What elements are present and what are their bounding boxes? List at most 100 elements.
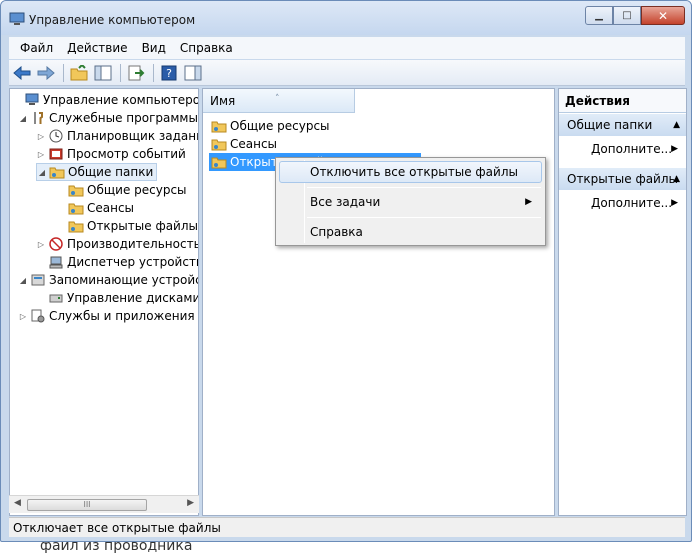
submenu-arrow-icon: ▶ bbox=[671, 198, 678, 208]
column-header-label: Имя bbox=[210, 94, 236, 108]
tree-item-device-manager[interactable]: Диспетчер устройств bbox=[36, 253, 198, 271]
tree-item-label: Открытые файлы bbox=[87, 219, 198, 233]
context-separator bbox=[307, 217, 541, 218]
close-button[interactable]: ✕ bbox=[641, 6, 685, 25]
disk-icon bbox=[48, 290, 64, 306]
services-icon bbox=[30, 308, 46, 324]
actions-link-label: Дополните... bbox=[591, 142, 673, 156]
maximize-button[interactable]: □ bbox=[613, 6, 641, 25]
context-menu: Отключить все открытые файлы Все задачи … bbox=[275, 157, 546, 246]
actions-more-open-files[interactable]: Дополните... ▶ bbox=[591, 193, 686, 213]
context-all-tasks[interactable]: Все задачи ▶ bbox=[279, 191, 542, 213]
minimize-button[interactable]: ▁ bbox=[585, 6, 613, 25]
shared-folder-icon bbox=[211, 136, 227, 152]
actions-section-shared-folders[interactable]: Общие папки ▲ bbox=[559, 114, 686, 136]
tree-expander[interactable]: ▷ bbox=[36, 240, 46, 249]
back-arrow-icon bbox=[13, 65, 31, 80]
up-level-button[interactable] bbox=[68, 62, 90, 84]
actions-section-open-files[interactable]: Открытые файлы ▲ bbox=[559, 168, 686, 190]
clock-icon bbox=[48, 128, 64, 144]
tree-expander[interactable]: ◢ bbox=[37, 168, 47, 177]
actions-more-shared-folders[interactable]: Дополните... ▶ bbox=[591, 139, 686, 159]
menu-view[interactable]: Вид bbox=[135, 41, 173, 55]
console-tree-icon bbox=[94, 65, 112, 80]
show-hide-tree-button[interactable] bbox=[92, 62, 114, 84]
device-manager-icon bbox=[48, 254, 64, 270]
context-disconnect-all-open-files[interactable]: Отключить все открытые файлы bbox=[279, 161, 542, 183]
sort-ascending-icon: ˄ bbox=[275, 94, 280, 104]
shared-folder-icon bbox=[68, 218, 84, 234]
help-icon: ? bbox=[161, 65, 177, 80]
column-header-name[interactable]: ˄ Имя bbox=[203, 89, 355, 113]
tree-expander[interactable]: ▷ bbox=[18, 312, 28, 321]
results-pane: ˄ Имя Общие ресурсы Сеансы Открытые файл… bbox=[202, 88, 555, 516]
list-item-sessions[interactable]: Сеансы bbox=[209, 135, 277, 153]
scroll-right-icon[interactable]: ▶ bbox=[187, 498, 194, 508]
tree-item-system-tools[interactable]: ◢ Служебные программы bbox=[18, 109, 198, 127]
svg-text:?: ? bbox=[166, 67, 172, 80]
toolbar-separator bbox=[63, 63, 64, 82]
maximize-icon: □ bbox=[622, 10, 632, 21]
tree-item-label: Общие папки bbox=[68, 165, 154, 179]
shared-folder-icon bbox=[211, 154, 227, 170]
shared-folder-icon bbox=[68, 200, 84, 216]
submenu-arrow-icon: ▶ bbox=[525, 197, 532, 207]
back-button[interactable] bbox=[11, 62, 33, 84]
tree-expander[interactable]: ▷ bbox=[36, 150, 46, 159]
context-item-label: Все задачи bbox=[310, 195, 381, 209]
actions-title: Действия bbox=[559, 89, 686, 113]
horizontal-scrollbar[interactable]: ◀ III ▶ bbox=[9, 495, 199, 513]
menu-file[interactable]: Файл bbox=[13, 41, 60, 55]
event-viewer-icon bbox=[48, 146, 64, 162]
tree-item-open-files[interactable]: Открытые файлы bbox=[56, 217, 198, 235]
collapse-icon[interactable]: ▲ bbox=[673, 114, 680, 136]
tree-item-task-scheduler[interactable]: ▷ Планировщик заданий bbox=[36, 127, 199, 145]
actions-section-label: Общие папки bbox=[567, 118, 653, 132]
tools-icon bbox=[30, 110, 46, 126]
tree-item-event-viewer[interactable]: ▷ Просмотр событий bbox=[36, 145, 186, 163]
scroll-thumb[interactable]: III bbox=[27, 499, 147, 511]
menu-bar: Файл Действие Вид Справка bbox=[9, 37, 685, 59]
shared-folder-icon bbox=[211, 118, 227, 134]
tree-item-performance[interactable]: ▷ Производительность bbox=[36, 235, 199, 253]
computer-management-window: Управление компьютером ▁ □ ✕ Файл Действ… bbox=[0, 0, 692, 542]
tree-item-shares[interactable]: Общие ресурсы bbox=[56, 181, 187, 199]
tree-item-storage[interactable]: ◢ Запоминающие устройст bbox=[18, 271, 198, 289]
help-button[interactable]: ? bbox=[158, 62, 180, 84]
tree-item-computer-management[interactable]: Управление компьютером (л bbox=[12, 91, 198, 109]
collapse-icon[interactable]: ▲ bbox=[673, 168, 680, 190]
tree-item-services-apps[interactable]: ▷ Службы и приложения bbox=[18, 307, 195, 325]
tree-item-label: Управление компьютером (л bbox=[43, 93, 198, 107]
tree-item-shared-folders[interactable]: ◢ Общие папки bbox=[36, 163, 158, 181]
tree-item-label: Просмотр событий bbox=[67, 147, 186, 161]
storage-icon bbox=[30, 272, 46, 288]
tree-expander[interactable]: ◢ bbox=[18, 114, 28, 123]
tree-item-label: Планировщик заданий bbox=[67, 129, 199, 143]
actions-section-label: Открытые файлы bbox=[567, 172, 678, 186]
tree-item-sessions[interactable]: Сеансы bbox=[56, 199, 134, 217]
scroll-left-icon[interactable]: ◀ bbox=[14, 498, 21, 508]
submenu-arrow-icon: ▶ bbox=[671, 144, 678, 154]
tree-expander[interactable]: ◢ bbox=[18, 276, 28, 285]
list-item-shares[interactable]: Общие ресурсы bbox=[209, 117, 330, 135]
status-bar: Отключает все открытые файлы bbox=[9, 517, 685, 537]
show-action-pane-button[interactable] bbox=[182, 62, 204, 84]
actions-link-label: Дополните... bbox=[591, 196, 673, 210]
menu-action[interactable]: Действие bbox=[60, 41, 134, 55]
computer-management-icon bbox=[9, 12, 25, 25]
tree-item-disk-management[interactable]: Управление дисками bbox=[36, 289, 198, 307]
console-tree: Управление компьютером (л ◢ Служебные пр… bbox=[9, 88, 199, 516]
tree-item-label: Общие ресурсы bbox=[87, 183, 187, 197]
title-bar[interactable]: Управление компьютером ▁ □ ✕ bbox=[1, 1, 691, 35]
tree-item-label: Службы и приложения bbox=[49, 309, 195, 323]
export-list-button[interactable] bbox=[125, 62, 147, 84]
export-icon bbox=[128, 65, 145, 80]
window-title: Управление компьютером bbox=[29, 13, 196, 27]
forward-button[interactable] bbox=[35, 62, 57, 84]
minimize-icon: ▁ bbox=[595, 10, 603, 21]
tree-item-label: Производительность bbox=[67, 237, 199, 251]
context-help[interactable]: Справка bbox=[279, 221, 542, 243]
tree-expander[interactable]: ▷ bbox=[36, 132, 46, 141]
menu-help[interactable]: Справка bbox=[173, 41, 240, 55]
shared-folder-icon bbox=[49, 164, 65, 180]
